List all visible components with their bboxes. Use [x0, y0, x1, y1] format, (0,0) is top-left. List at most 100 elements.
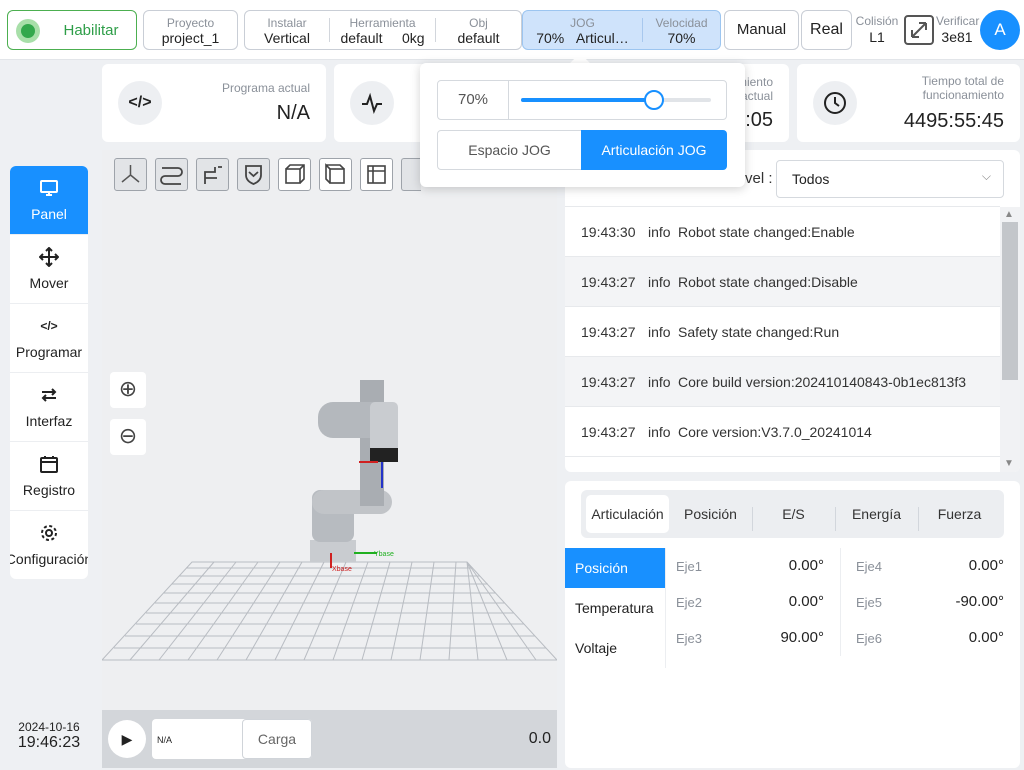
log-message: Robot state changed:Disable	[678, 274, 858, 290]
power-status-icon	[16, 19, 40, 43]
enable-label: Habilitar	[63, 22, 119, 39]
log-level: info	[648, 324, 671, 340]
jog-percent: 70%	[536, 30, 565, 46]
axis-value: 0.00°	[788, 593, 824, 610]
view-path-icon[interactable]	[155, 158, 188, 191]
speed-label: Velocidad	[655, 16, 708, 30]
axis-value: 90.00°	[780, 629, 824, 646]
log-time: 19:43:27	[581, 424, 636, 440]
jog-joint-button[interactable]: Articulación JOG	[581, 130, 727, 170]
jog-percent-field[interactable]: 70%	[438, 81, 509, 119]
date-text: 2024-10-16	[18, 720, 80, 734]
code-icon: </>	[118, 81, 162, 125]
jog-space-button[interactable]: Espacio JOG	[437, 130, 582, 170]
tab-es[interactable]: E/S	[752, 495, 835, 533]
xbase-label: Xbase	[332, 566, 352, 573]
total-runtime-card: Tiempo total de funcionamiento 4495:55:4…	[797, 64, 1020, 142]
log-row[interactable]: 19:43:27 info Robot state changed:Disabl…	[565, 257, 1000, 307]
load-button[interactable]: Carga	[242, 719, 312, 759]
subtab-position[interactable]: Posición	[565, 548, 665, 588]
log-level-select[interactable]: Todos ⌵	[776, 160, 1004, 198]
obj-selector[interactable]: Obj default	[436, 11, 521, 49]
gear-icon	[10, 523, 88, 543]
view-shield-icon[interactable]	[237, 158, 270, 191]
fullscreen-icon[interactable]	[903, 14, 935, 46]
tab-fuerza[interactable]: Fuerza	[918, 495, 1001, 533]
subtab-temperature[interactable]: Temperatura	[565, 588, 665, 628]
sidebar: Panel Mover </> Programar Interfaz Regis…	[10, 166, 88, 579]
jog-slider-fill	[521, 98, 654, 102]
sidebar-item-settings[interactable]: Configuración	[10, 511, 88, 579]
verify-indicator[interactable]: Verificar 3e81	[936, 14, 979, 46]
install-tool-obj-group: Instalar Vertical Herramienta default 0k…	[244, 10, 522, 50]
jog-selector[interactable]: JOG 70% Articul…	[523, 11, 642, 49]
axis-value: 0.00°	[968, 629, 1004, 646]
jog-slider-group: 70%	[437, 80, 727, 120]
enable-button[interactable]: Habilitar	[7, 10, 137, 50]
scrollbar-thumb[interactable]	[1002, 222, 1018, 380]
collision-indicator[interactable]: Colisión L1	[854, 14, 900, 46]
total-runtime-value: 4495:55:45	[903, 110, 1004, 132]
joint-panel: Articulación Posición E/S Energía Fuerza…	[565, 481, 1020, 768]
jog-popup: 70% Espacio JOG Articulación JOG	[420, 63, 745, 187]
log-level: info	[648, 224, 671, 240]
sidebar-item-program[interactable]: </> Programar	[10, 304, 88, 373]
axis-label: Eje1	[676, 559, 703, 574]
sidebar-item-move[interactable]: Mover	[10, 235, 88, 304]
project-selector[interactable]: Proyecto project_1	[143, 10, 238, 50]
swap-arrows-icon	[10, 385, 88, 405]
datetime: 2024-10-16 19:46:23	[10, 720, 88, 752]
robot-3d-view[interactable]: ⊕ ⊖ Xbase Ybase	[102, 150, 557, 710]
log-row[interactable]: 19:43:27 info Core version:V3.7.0_202410…	[565, 407, 1000, 457]
subtab-voltage[interactable]: Voltaje	[565, 628, 665, 668]
collision-label: Colisión	[855, 14, 899, 28]
ybase-label: Ybase	[374, 551, 394, 558]
speed-selector[interactable]: Velocidad 70%	[643, 11, 720, 49]
view-cube-top-icon[interactable]	[360, 158, 393, 191]
monitor-icon	[10, 178, 88, 198]
jog-slider-handle[interactable]	[644, 90, 664, 110]
jog-mode: Articul…	[575, 30, 629, 46]
jog-label: JOG	[570, 16, 595, 30]
time-text: 19:46:23	[17, 734, 81, 751]
tab-articulacion[interactable]: Articulación	[586, 495, 669, 533]
scroll-up-icon[interactable]: ▲	[1004, 209, 1014, 220]
manual-button[interactable]: Manual	[724, 10, 799, 50]
view-cube-side-icon[interactable]	[319, 158, 352, 191]
tab-energia[interactable]: Energía	[835, 495, 918, 533]
pulse-icon	[350, 81, 394, 125]
scroll-down-icon[interactable]: ▼	[1004, 458, 1014, 469]
log-row[interactable]: 19:43:27 info Core build version:2024101…	[565, 357, 1000, 407]
tab-posicion[interactable]: Posición	[669, 495, 752, 533]
view-shield-alt-icon[interactable]	[401, 158, 421, 191]
log-message: Core build version:202410140843-0b1ec813…	[678, 374, 966, 390]
axis-label: Eje6	[856, 631, 883, 646]
play-icon[interactable]: ▶	[108, 720, 146, 758]
verify-value: 3e81	[941, 29, 973, 45]
sidebar-item-interface[interactable]: Interfaz	[10, 373, 88, 442]
log-row[interactable]: 19:43:27 info Safety state changed:Run	[565, 307, 1000, 357]
log-row[interactable]: 19:43:30 info Robot state changed:Enable	[565, 207, 1000, 257]
view-axes-icon[interactable]	[114, 158, 147, 191]
obj-value: default	[457, 30, 500, 46]
log-level-label: vel :	[745, 170, 773, 187]
sidebar-label-log: Registro	[22, 482, 76, 498]
view-robot-arm-icon[interactable]	[196, 158, 229, 191]
sidebar-label-settings: Configuración	[10, 551, 88, 567]
jog-slider-track[interactable]	[521, 90, 711, 110]
log-time: 19:43:27	[581, 324, 636, 340]
install-selector[interactable]: Instalar Vertical	[245, 11, 329, 49]
log-time: 19:43:30	[581, 224, 636, 240]
sidebar-item-log[interactable]: Registro	[10, 442, 88, 511]
project-label: Proyecto	[166, 16, 215, 30]
axis-value: 0.00°	[788, 557, 824, 574]
sidebar-label-panel: Panel	[31, 206, 67, 222]
real-button[interactable]: Real	[801, 10, 852, 50]
log-scrollbar[interactable]: ▲ ▼	[1000, 207, 1020, 472]
tool-selector[interactable]: Herramienta default 0kg	[330, 11, 435, 49]
user-avatar[interactable]: A	[980, 10, 1020, 50]
axis-label: Eje4	[856, 559, 883, 574]
log-time: 19:43:27	[581, 374, 636, 390]
sidebar-item-panel[interactable]: Panel	[10, 166, 88, 235]
view-cube-front-icon[interactable]	[278, 158, 311, 191]
